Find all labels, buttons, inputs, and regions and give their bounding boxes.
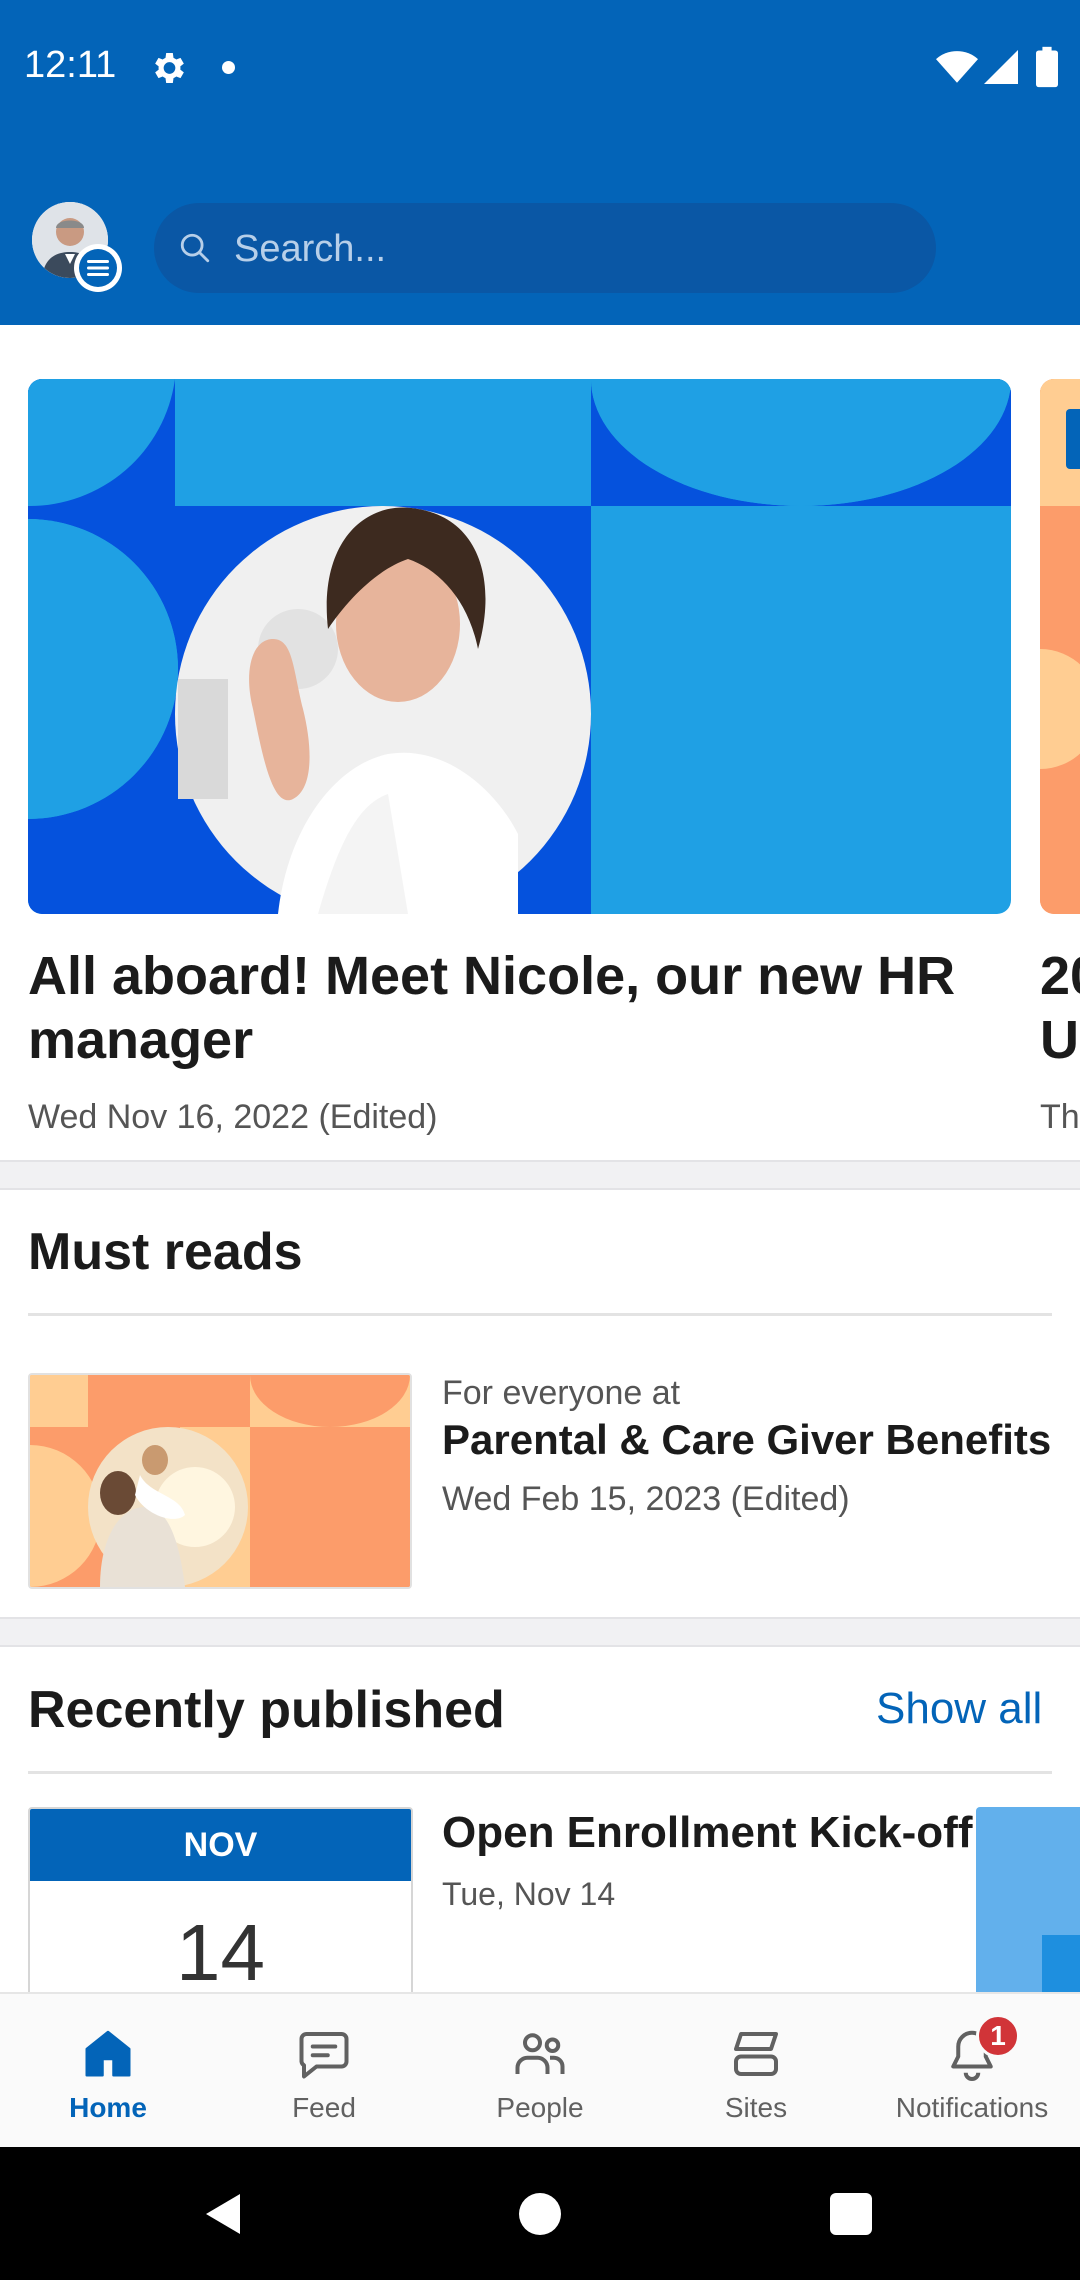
people-icon [510,2024,570,2084]
hero-article-title[interactable]: All aboard! Meet Nicole, our new HR mana… [28,944,988,1072]
recently-published-heading: Recently published [28,1681,505,1739]
recently-published-divider [28,1771,1052,1774]
must-reads-divider [28,1313,1052,1316]
search-input[interactable] [232,203,916,295]
bell-icon: 1 [942,2014,1020,2084]
nav-people-label: People [496,2092,584,2123]
nav-home[interactable]: Home [0,1994,216,2149]
nav-feed[interactable]: Feed [216,1994,432,2149]
status-time: 12:11 [24,44,117,86]
nav-people[interactable]: People [432,1994,648,2149]
must-read-thumbnail[interactable] [28,1373,412,1589]
event-day: 14 [176,1908,265,1997]
hero-card-image[interactable] [28,379,1011,914]
home-button-icon[interactable] [519,2193,561,2235]
section-separator [0,1617,1080,1647]
must-read-graphic [30,1375,410,1587]
must-reads-heading: Must reads [28,1223,303,1281]
must-read-date: Wed Feb 15, 2023 (Edited) [442,1480,850,1518]
wifi-icon [936,51,978,83]
event-date: Tue, Nov 14 [442,1876,616,1912]
nav-sites[interactable]: Sites [648,1994,864,2149]
home-icon [78,2024,138,2084]
back-icon[interactable] [200,2189,248,2239]
hero-next-article-title[interactable]: 20 Up [1040,944,1080,1072]
sites-icon [726,2024,786,2084]
nav-home-label: Home [69,2092,147,2123]
recent-apps-icon[interactable] [830,2193,872,2235]
must-read-audience: For everyone at [442,1374,681,1412]
hero-banner-graphic [28,379,1011,914]
menu-button[interactable] [74,244,122,292]
search-icon [180,233,210,263]
battery-icon [1036,46,1058,88]
system-navigation-bar [0,2147,1080,2280]
nav-notifications-label: Notifications [895,2092,1049,2123]
hero-next-graphic [1040,379,1080,914]
nav-sites-label: Sites [724,2092,788,2123]
cell-signal-icon [984,50,1018,84]
next-published-thumbnail[interactable] [976,1807,1080,2017]
hero-article-date: Wed Nov 16, 2022 (Edited) [28,1098,438,1136]
notification-count-badge: 1 [976,2014,1020,2058]
bottom-navigation: Home Feed People Sites 1 Notifications [0,1992,1080,2147]
hero-card-next-image[interactable] [1040,379,1080,914]
must-read-title[interactable]: Parental & Care Giver Benefits [442,1416,1051,1464]
nav-notifications[interactable]: 1 Notifications [864,1994,1080,2149]
event-month: NOV [30,1809,411,1881]
hero-next-article-date: Th [1040,1098,1080,1136]
hamburger-menu-icon [79,249,117,287]
notification-dot-icon [222,61,235,74]
app-header: 12:11 [0,0,1080,325]
section-separator [0,1160,1080,1190]
nav-feed-label: Feed [292,2092,356,2123]
search-bar[interactable] [154,203,936,295]
event-date-card[interactable]: NOV 14 [28,1807,413,2017]
event-title[interactable]: Open Enrollment Kick-off [442,1808,972,1858]
settings-gear-icon [155,53,184,83]
show-all-link[interactable]: Show all [876,1684,1042,1734]
feed-icon [294,2024,354,2084]
